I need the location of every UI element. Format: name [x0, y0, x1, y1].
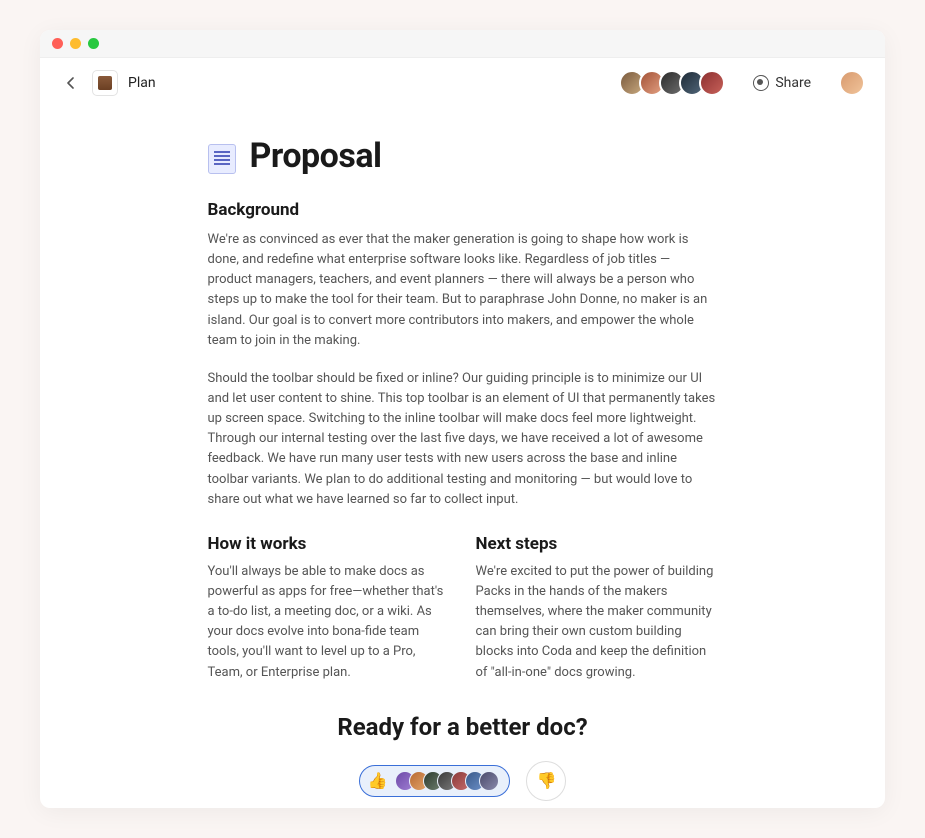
window-minimize-icon[interactable] — [70, 38, 81, 49]
avatar — [479, 771, 499, 791]
document-content: Proposal Background We're as convinced a… — [178, 136, 748, 808]
paragraph[interactable]: You'll always be able to make docs as po… — [208, 562, 450, 683]
section-heading-next-steps[interactable]: Next steps — [476, 534, 718, 554]
thumbs-down-button[interactable]: 👎 — [526, 761, 566, 801]
paragraph[interactable]: Should the toolbar should be fixed or in… — [208, 369, 718, 510]
title-row: Proposal — [208, 136, 718, 176]
section-heading-background[interactable]: Background — [208, 200, 718, 220]
paragraph[interactable]: We're excited to put the power of buildi… — [476, 562, 718, 683]
two-column-layout: How it works You'll always be able to ma… — [208, 534, 718, 683]
column-how-it-works: How it works You'll always be able to ma… — [208, 534, 450, 683]
thumbs-up-icon: 👍 — [368, 771, 388, 790]
breadcrumb[interactable]: Plan — [128, 75, 156, 91]
thumbs-up-button[interactable]: 👍 — [359, 765, 511, 797]
current-user-avatar[interactable] — [839, 70, 865, 96]
thumbs-down-icon: 👎 — [536, 771, 556, 790]
top-bar: Plan Share — [40, 58, 885, 106]
share-label: Share — [775, 75, 811, 91]
avatar — [699, 70, 725, 96]
globe-icon — [753, 75, 769, 91]
cta-section: Ready for a better doc? 👍 — [208, 713, 718, 801]
window-titlebar — [40, 30, 885, 58]
cta-title[interactable]: Ready for a better doc? — [208, 713, 718, 741]
page-title[interactable]: Proposal — [250, 136, 382, 176]
back-button[interactable] — [60, 72, 82, 94]
chevron-left-icon — [67, 77, 75, 89]
breadcrumb-doc-icon[interactable] — [92, 70, 118, 96]
document-body: Proposal Background We're as convinced a… — [40, 106, 885, 808]
reaction-buttons: 👍 👎 — [208, 761, 718, 801]
window-close-icon[interactable] — [52, 38, 63, 49]
document-icon[interactable] — [208, 144, 236, 174]
share-button[interactable]: Share — [753, 75, 811, 91]
section-heading-how-it-works[interactable]: How it works — [208, 534, 450, 554]
column-next-steps: Next steps We're excited to put the powe… — [476, 534, 718, 683]
reaction-voter-avatars — [395, 771, 499, 791]
notebook-icon — [98, 76, 112, 90]
app-window: Plan Share Proposal Background We're as … — [40, 30, 885, 808]
presence-avatars[interactable] — [619, 70, 725, 96]
paragraph[interactable]: We're as convinced as ever that the make… — [208, 230, 718, 351]
window-maximize-icon[interactable] — [88, 38, 99, 49]
